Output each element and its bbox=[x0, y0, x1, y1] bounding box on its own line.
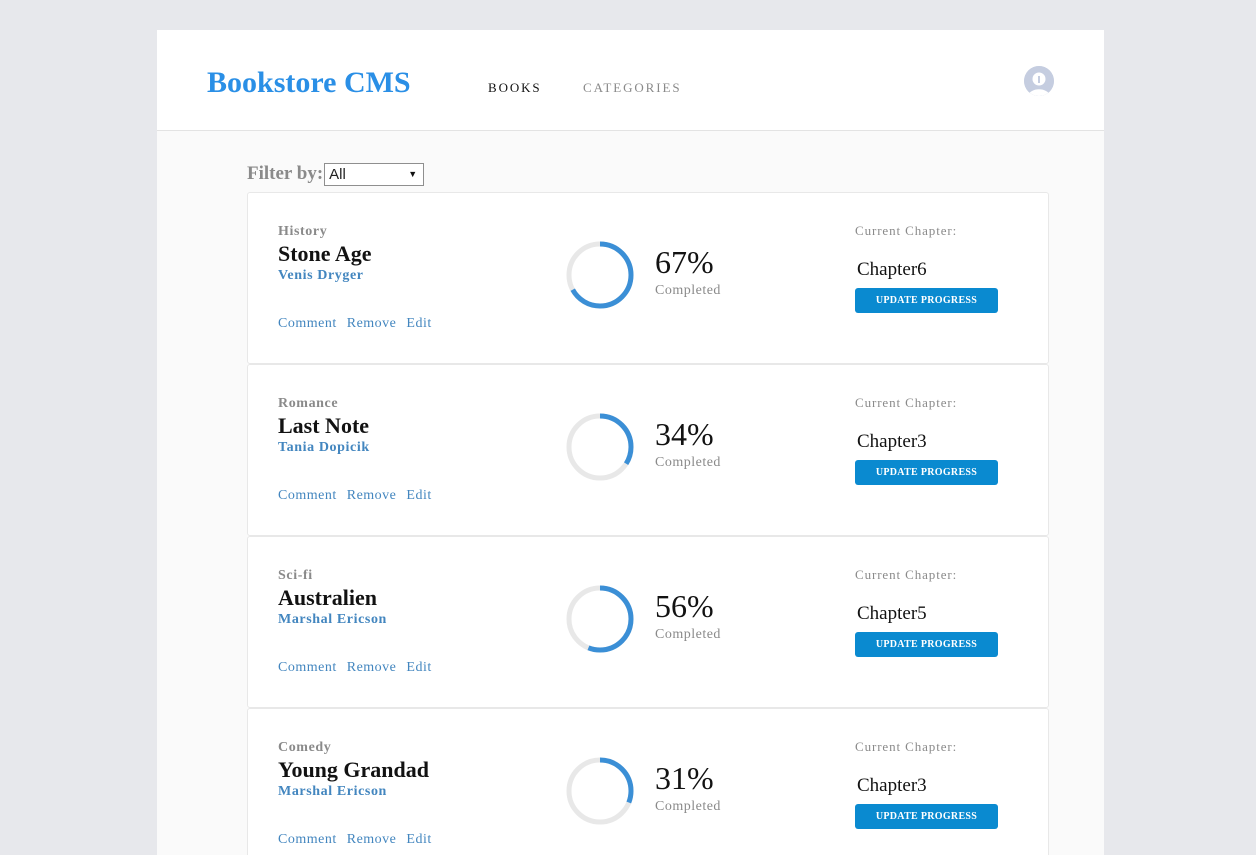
book-author[interactable]: Tania Dopicik bbox=[278, 440, 370, 456]
current-chapter-label: Current Chapter: bbox=[855, 395, 958, 410]
progress-ring bbox=[566, 413, 634, 481]
progress-ring bbox=[566, 757, 634, 825]
book-title: Australien bbox=[278, 585, 377, 610]
book-actions: Comment Remove Edit bbox=[278, 660, 442, 676]
current-chapter-label: Current Chapter: bbox=[855, 223, 958, 238]
current-chapter-value: Chapter5 bbox=[857, 603, 927, 624]
app-panel: Bookstore CMS BOOKS CATEGORIES Filter by… bbox=[157, 30, 1104, 855]
comment-button[interactable]: Comment bbox=[278, 660, 337, 676]
update-progress-button[interactable]: UPDATE PROGRESS bbox=[855, 632, 998, 657]
header: Bookstore CMS BOOKS CATEGORIES bbox=[157, 30, 1104, 131]
progress-ring bbox=[566, 241, 634, 309]
filter-selected-value: All bbox=[329, 165, 346, 183]
progress-completed-label: Completed bbox=[655, 283, 721, 298]
book-category: Comedy bbox=[278, 740, 332, 755]
remove-button[interactable]: Remove bbox=[347, 832, 397, 848]
book-title: Stone Age bbox=[278, 241, 372, 266]
book-title: Young Grandad bbox=[278, 757, 430, 782]
book-title: Last Note bbox=[278, 413, 370, 438]
nav-link-categories[interactable]: CATEGORIES bbox=[583, 80, 681, 96]
progress-percent: 31% bbox=[655, 760, 714, 796]
progress-completed-label: Completed bbox=[655, 799, 721, 814]
brand-logo[interactable]: Bookstore CMS bbox=[207, 64, 411, 102]
update-progress-button[interactable]: UPDATE PROGRESS bbox=[855, 460, 998, 485]
progress-percent: 67% bbox=[655, 244, 714, 280]
book-card: History Stone Age Venis Dryger Comment R… bbox=[247, 192, 1049, 364]
progress-completed-label: Completed bbox=[655, 627, 721, 642]
book-author[interactable]: Venis Dryger bbox=[278, 268, 364, 284]
progress-ring bbox=[566, 585, 634, 653]
current-chapter-value: Chapter3 bbox=[857, 431, 927, 452]
book-card: Comedy Young Grandad Marshal Ericson Com… bbox=[247, 708, 1049, 855]
current-chapter-value: Chapter3 bbox=[857, 775, 927, 796]
filter-bar: Filter by: All ▼ bbox=[247, 162, 425, 186]
category-filter-select[interactable]: All ▼ bbox=[324, 162, 425, 186]
comment-button[interactable]: Comment bbox=[278, 488, 337, 504]
edit-button[interactable]: Edit bbox=[406, 488, 431, 504]
progress-percent: 34% bbox=[655, 416, 714, 452]
current-chapter-label: Current Chapter: bbox=[855, 567, 958, 582]
book-actions: Comment Remove Edit bbox=[278, 316, 442, 332]
book-card: Romance Last Note Tania Dopicik Comment … bbox=[247, 364, 1049, 536]
book-author[interactable]: Marshal Ericson bbox=[278, 612, 387, 628]
book-card: Sci-fi Australien Marshal Ericson Commen… bbox=[247, 536, 1049, 708]
filter-label: Filter by: bbox=[247, 163, 324, 184]
dropdown-arrow-icon: ▼ bbox=[408, 168, 418, 179]
remove-button[interactable]: Remove bbox=[347, 660, 397, 676]
current-chapter-label: Current Chapter: bbox=[855, 739, 958, 754]
remove-button[interactable]: Remove bbox=[347, 316, 397, 332]
user-avatar-icon[interactable] bbox=[1024, 66, 1054, 96]
update-progress-button[interactable]: UPDATE PROGRESS bbox=[855, 288, 998, 313]
progress-percent: 56% bbox=[655, 588, 714, 624]
edit-button[interactable]: Edit bbox=[406, 660, 431, 676]
book-category: Romance bbox=[278, 396, 339, 411]
remove-button[interactable]: Remove bbox=[347, 488, 397, 504]
book-category: History bbox=[278, 224, 328, 239]
nav-link-books[interactable]: BOOKS bbox=[488, 80, 542, 96]
comment-button[interactable]: Comment bbox=[278, 832, 337, 848]
book-actions: Comment Remove Edit bbox=[278, 832, 442, 848]
book-author[interactable]: Marshal Ericson bbox=[278, 784, 387, 800]
progress-completed-label: Completed bbox=[655, 455, 721, 470]
book-actions: Comment Remove Edit bbox=[278, 488, 442, 504]
edit-button[interactable]: Edit bbox=[406, 316, 431, 332]
update-progress-button[interactable]: UPDATE PROGRESS bbox=[855, 804, 998, 829]
comment-button[interactable]: Comment bbox=[278, 316, 337, 332]
book-category: Sci-fi bbox=[278, 568, 313, 583]
edit-button[interactable]: Edit bbox=[406, 832, 431, 848]
current-chapter-value: Chapter6 bbox=[857, 259, 927, 280]
